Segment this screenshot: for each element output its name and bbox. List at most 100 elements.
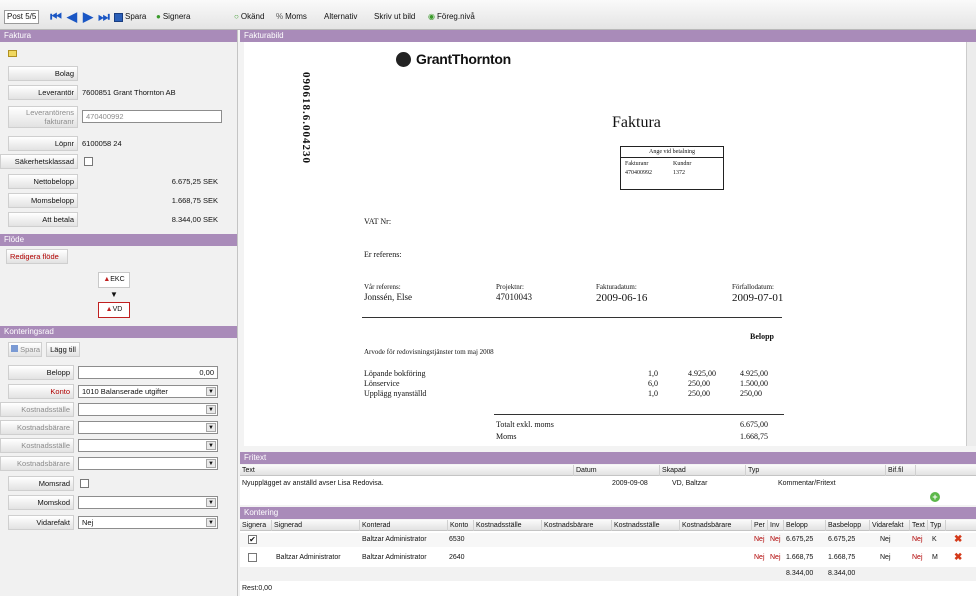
table-row[interactable]: ✔ Baltzar Administrator 6530 Nej Nej 6.6…	[240, 533, 976, 547]
add-row-button[interactable]: Lägg till	[46, 342, 80, 357]
col-konto[interactable]: Konto	[448, 520, 474, 531]
col-bif[interactable]: Bif.fil	[886, 465, 916, 476]
col-per[interactable]: Per	[752, 520, 768, 531]
chevron-down-icon: ▼	[206, 498, 216, 507]
project-label: Projektnr:	[496, 283, 524, 291]
bolag-label: Bolag	[8, 66, 78, 81]
fakturanr-field[interactable]: 470400992	[82, 110, 222, 123]
note-icon[interactable]	[8, 50, 17, 57]
edit-flow-button[interactable]: Redigera flöde	[6, 249, 68, 264]
col-kostnadsbarare-2[interactable]: Kostnadsbärare	[680, 520, 752, 531]
sakerhet-label: Säkerhetsklassad	[0, 154, 78, 169]
kontering-save-button[interactable]: Spara	[8, 342, 42, 357]
col-typ[interactable]: Typ	[928, 520, 946, 531]
chevron-down-icon: ▼	[206, 387, 216, 396]
globe-icon: ◉	[428, 12, 435, 21]
flow-node-ekc: ▲EKC	[98, 272, 130, 288]
chevron-down-icon: ▼	[206, 459, 216, 468]
previous-record-button[interactable]: ◀	[64, 9, 80, 25]
payment-ref-val2: 1372	[673, 170, 685, 176]
moms-label: Momsbelopp	[8, 193, 78, 208]
vat-button[interactable]: % Moms	[276, 10, 307, 24]
belopp-field[interactable]: 0,00	[78, 366, 218, 379]
invoice-divider	[362, 317, 782, 318]
invdate-value: 2009-06-16	[596, 292, 648, 304]
kostnadsstalle-label: Kostnadsställe	[0, 402, 74, 417]
your-reference: Er referens:	[364, 250, 402, 259]
kostnadsbarare-select[interactable]: ▼	[78, 421, 218, 434]
invoice-description: Arvode för redovisningstjänster tom maj …	[364, 348, 494, 356]
invoice-image: GrantThornton 090618.6.004230 Faktura An…	[244, 42, 976, 446]
col-konterad[interactable]: Konterad	[360, 520, 448, 531]
rest-label: Rest:0,00	[242, 585, 272, 592]
col-kostnadsbarare[interactable]: Kostnadsbärare	[542, 520, 612, 531]
post-counter: Post 5/5	[4, 10, 40, 24]
floppy-icon	[11, 345, 18, 352]
kostnadsbarare-2-select[interactable]: ▼	[78, 457, 218, 470]
unknown-button[interactable]: ○ Okänd	[234, 10, 264, 24]
next-record-button[interactable]: ▶	[80, 9, 96, 25]
delete-icon[interactable]: ✖	[954, 533, 962, 547]
fritext-row[interactable]: Nyupplägget av anställd avser Lisa Redov…	[242, 477, 972, 491]
col-skapad[interactable]: Skapad	[660, 465, 746, 476]
duedate-value: 2009-07-01	[732, 292, 784, 304]
att-betala-value: 8.344,00 SEK	[171, 215, 218, 224]
delete-icon[interactable]: ✖	[954, 551, 962, 565]
sign-checkbox[interactable]: ✔	[248, 535, 257, 544]
sign-button[interactable]: ● Signera	[156, 10, 190, 24]
first-record-button[interactable]: ⏮	[48, 9, 64, 25]
moms-value: 1.668,75 SEK	[171, 196, 218, 205]
col-text[interactable]: Text	[240, 465, 574, 476]
fritext-section-header: Fritext	[240, 452, 976, 464]
col-text[interactable]: Text	[910, 520, 928, 531]
leverantor-value: 7600851 Grant Thornton AB	[82, 88, 176, 97]
col-belopp[interactable]: Belopp	[784, 520, 826, 531]
konto-select[interactable]: 1010 Balanserade utgifter ▼	[78, 385, 218, 398]
our-ref-value: Jonssén, Else	[364, 292, 412, 302]
sign-checkbox[interactable]	[248, 553, 257, 562]
sakerhet-checkbox[interactable]	[84, 157, 93, 166]
belopp-label: Belopp	[8, 365, 74, 380]
vat-number: VAT Nr:	[364, 217, 392, 226]
save-button[interactable]: Spara	[114, 10, 146, 24]
col-signera[interactable]: Signera	[240, 520, 272, 531]
flow-node-icon: ▲	[105, 306, 113, 313]
previous-level-button[interactable]: ◉ Föreg.nivå	[428, 10, 475, 24]
add-note-icon[interactable]: +	[930, 492, 940, 502]
moms-invoice-value: 1.668,75	[740, 432, 768, 441]
payment-ref-key1: Fakturanr	[625, 161, 649, 167]
alternatives-button[interactable]: Alternativ	[324, 10, 357, 24]
kontering-header-row: Signera Signerad Konterad Konto Kostnads…	[240, 520, 976, 531]
col-basbelopp[interactable]: Basbelopp	[826, 520, 870, 531]
chevron-down-icon: ▼	[206, 441, 216, 450]
col-signerad[interactable]: Signerad	[272, 520, 360, 531]
momsrad-checkbox[interactable]	[80, 479, 89, 488]
momskod-label: Momskod	[8, 495, 74, 510]
netto-label: Nettobelopp	[8, 174, 78, 189]
kostnadsstalle-select[interactable]: ▼	[78, 403, 218, 416]
fakturanr-label: Leverantörens fakturanr	[8, 106, 78, 128]
payment-ref-box: Ange vid betalning Fakturanr Kundnr 4704…	[620, 146, 724, 190]
last-record-button[interactable]: ⏭	[96, 9, 112, 25]
momsrad-label: Momsrad	[8, 476, 74, 491]
invoice-scrollbar[interactable]	[966, 42, 976, 446]
flow-arrow-icon: ▼	[110, 290, 118, 299]
vidarefakt-select[interactable]: Nej ▼	[78, 516, 218, 529]
table-row[interactable]: Baltzar Administrator Baltzar Administra…	[240, 551, 976, 565]
col-kostnadsstalle-2[interactable]: Kostnadsställe	[612, 520, 680, 531]
col-datum[interactable]: Datum	[574, 465, 660, 476]
col-typ[interactable]: Typ	[746, 465, 886, 476]
sign-icon: ●	[156, 12, 161, 21]
col-kostnadsstalle[interactable]: Kostnadsställe	[474, 520, 542, 531]
momskod-select[interactable]: ▼	[78, 496, 218, 509]
col-vidarefakt[interactable]: Vidarefakt	[870, 520, 910, 531]
payment-ref-header: Ange vid betalning	[621, 147, 723, 158]
amount-header: Belopp	[750, 332, 775, 341]
col-inv[interactable]: Inv	[768, 520, 784, 531]
sum-row: 8.344,00 8.344,00	[240, 567, 976, 581]
print-image-button[interactable]: Skriv ut bild	[374, 10, 415, 24]
kostnadsstalle-2-select[interactable]: ▼	[78, 439, 218, 452]
konteringsrad-section-header: Konteringsrad	[0, 326, 237, 338]
project-value: 47010043	[496, 292, 532, 302]
floppy-icon	[114, 12, 123, 22]
